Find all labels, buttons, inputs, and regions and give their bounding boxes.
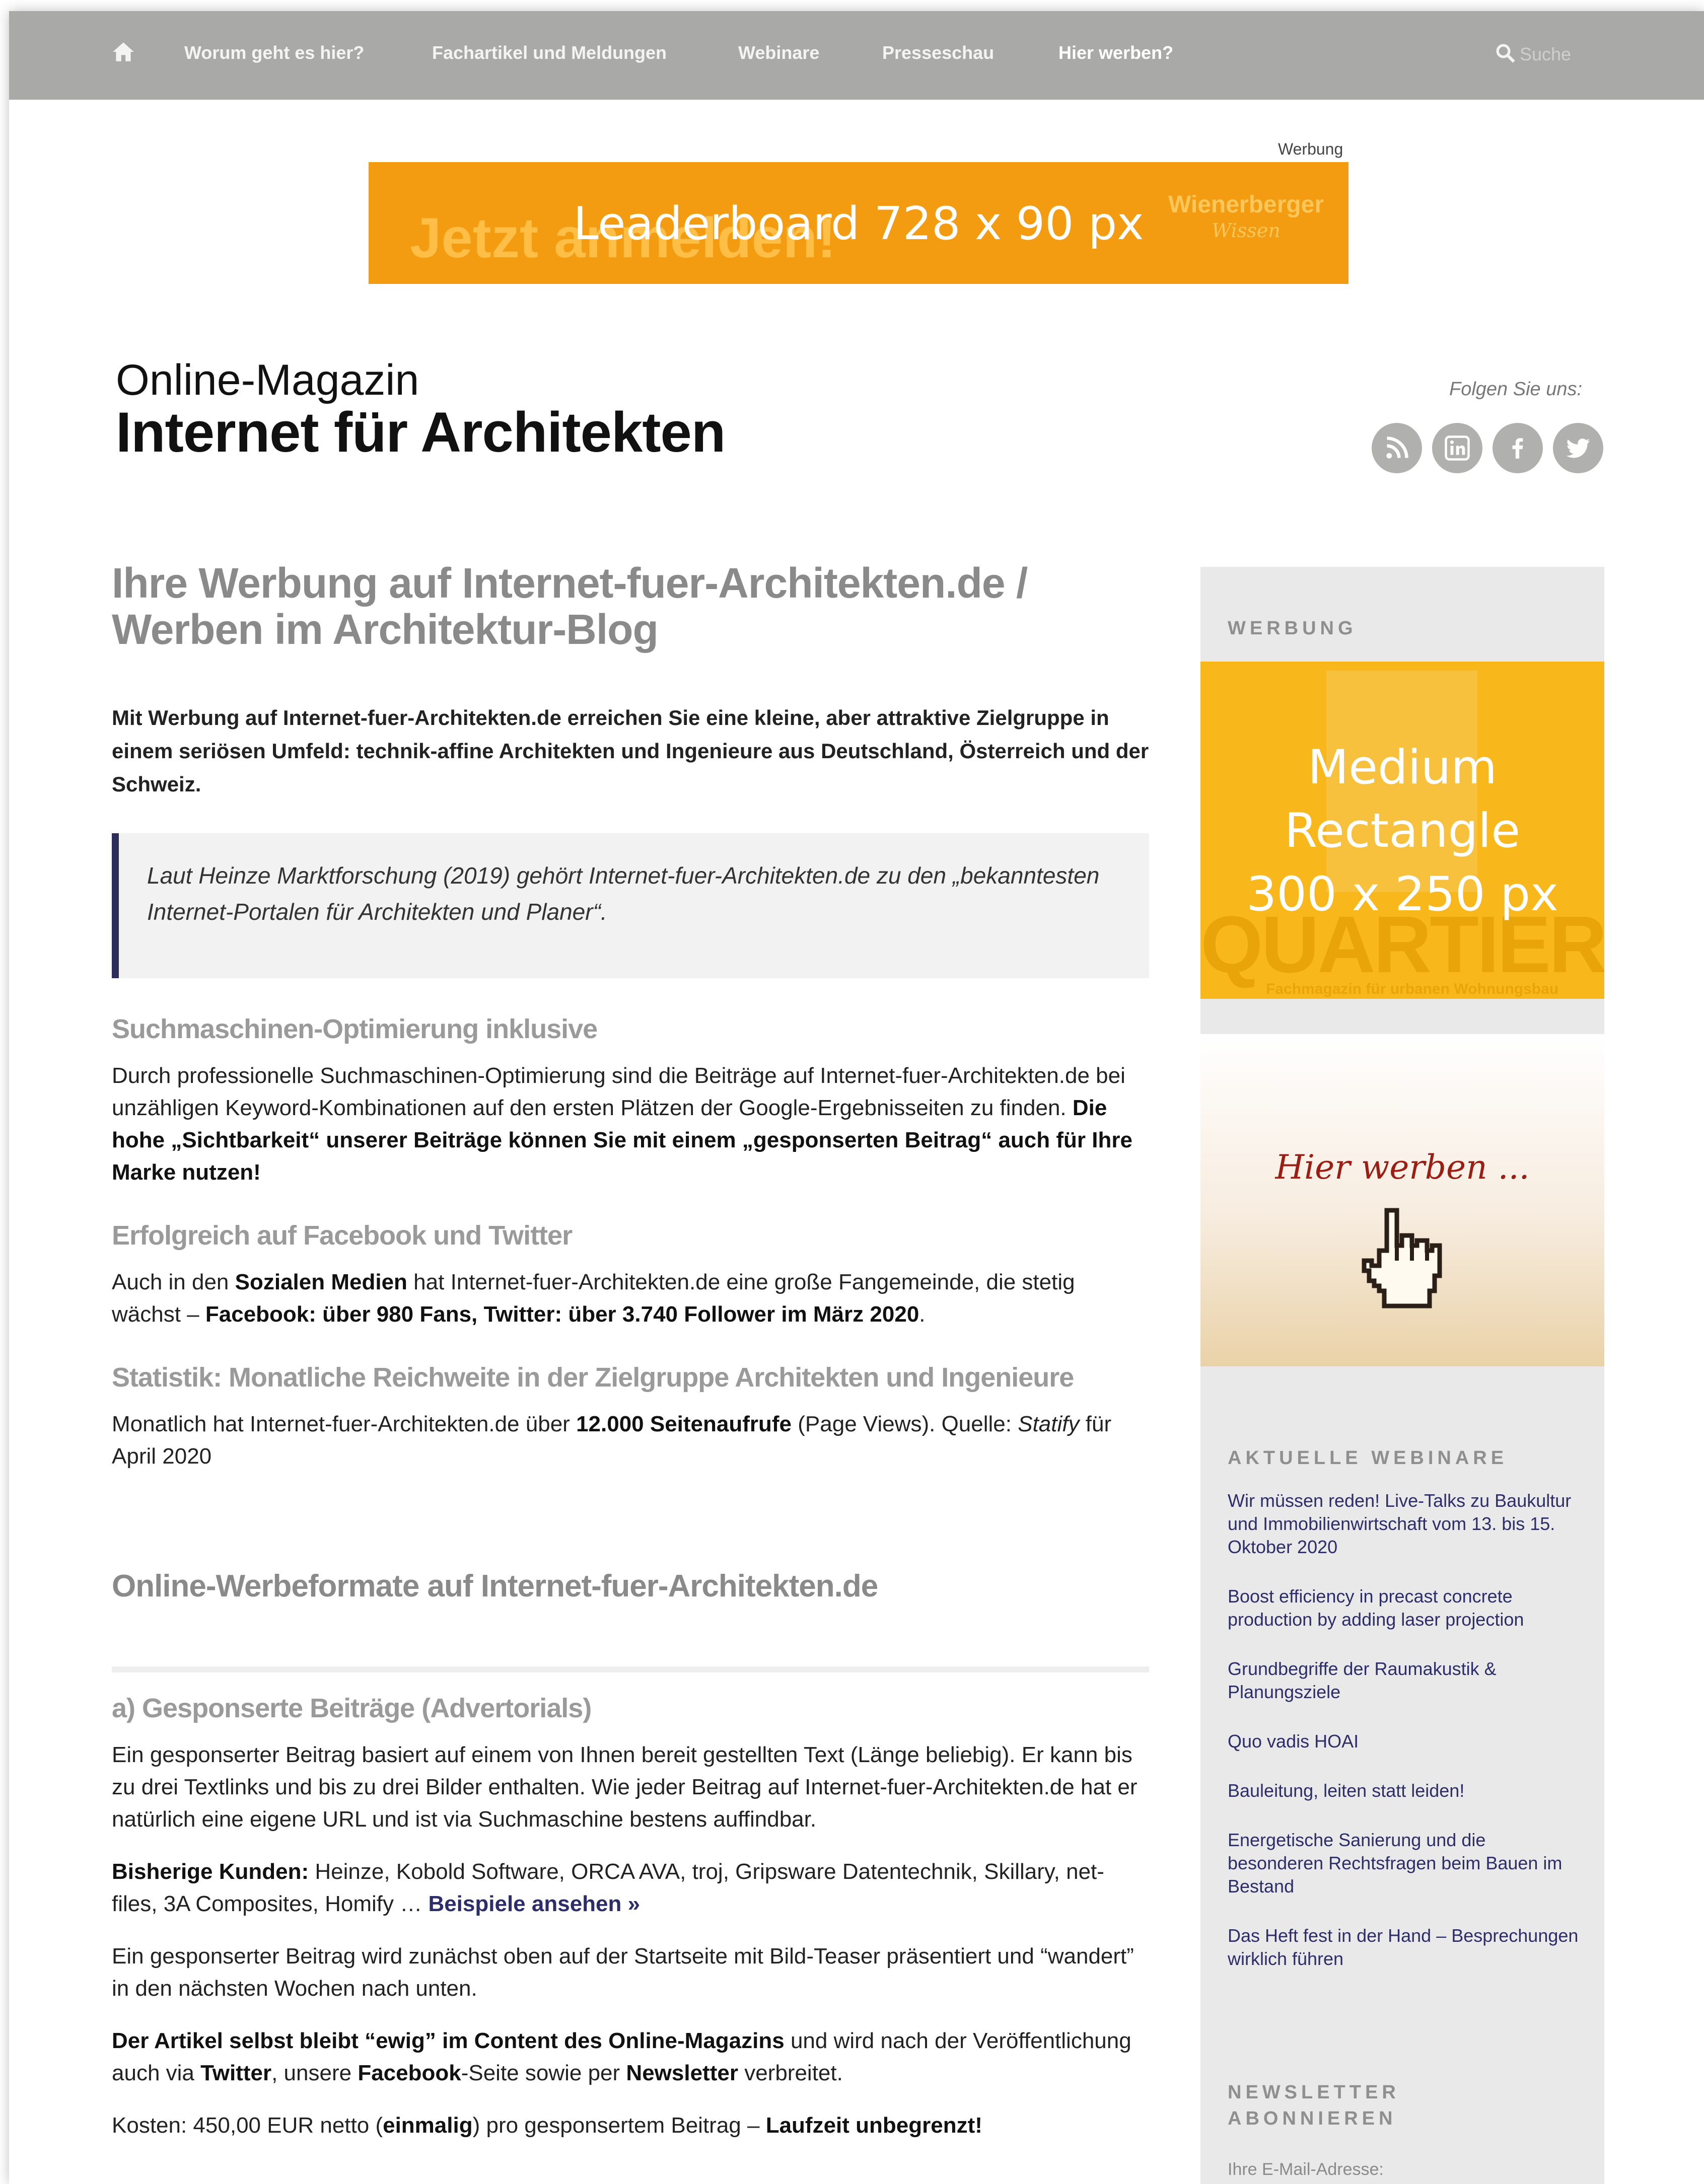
p4-text-h: verbreitet. — [744, 2060, 843, 2085]
search-input[interactable]: Suche — [1495, 42, 1571, 65]
social-text-a: Auch in den — [112, 1269, 229, 1294]
social-text-e: . — [919, 1301, 926, 1327]
search-icon — [1496, 44, 1515, 63]
newsletter-heading-line2: ABONNIEREN — [1228, 2108, 1397, 2129]
medium-rectangle-line2: Rectangle — [1284, 804, 1521, 858]
paragraph-costs: Kosten: 450,00 EUR netto (einmalig) pro … — [112, 2109, 1149, 2142]
p4-text-d: , unsere — [271, 2060, 352, 2085]
webinar-link[interactable]: Bauleitung, leiten statt leiden! — [1228, 1779, 1585, 1802]
cost-text-a: Kosten: 450,00 EUR netto ( — [112, 2113, 383, 2138]
paragraph-customers: Bisherige Kunden: Heinze, Kobold Softwar… — [112, 1856, 1149, 1920]
heading-seo: Suchmaschinen-Optimierung inklusive — [112, 1013, 598, 1044]
social-bold-b: Sozialen Medien — [235, 1269, 407, 1294]
examples-link[interactable]: Beispiele ansehen » — [428, 1891, 640, 1916]
leaderboard-label: Leaderboard 728 x 90 px — [573, 197, 1144, 250]
nav-item-hier-werben[interactable]: Hier werben? — [1058, 42, 1173, 63]
top-navigation: Worum geht es hier? Fachartikel und Meld… — [9, 11, 1704, 100]
medium-rectangle-ad[interactable]: QUARTIER Fachmagazin für urbanen Wohnung… — [1200, 662, 1604, 999]
main-content: Ihre Werbung auf Internet-fuer-Architekt… — [112, 560, 1149, 2173]
hier-werben-banner[interactable]: Hier werben ... — [1200, 1034, 1604, 1366]
stat-text-a: Monatlich hat Internet-fuer-Architekten.… — [112, 1411, 570, 1436]
page-title-line1: Ihre Werbung auf Internet-fuer-Architekt… — [112, 559, 1028, 607]
twitter-icon — [1566, 439, 1590, 458]
webinar-list: Wir müssen reden! Live-Talks zu Baukultu… — [1228, 1489, 1585, 1997]
p4-text-f: -Seite sowie per — [461, 2060, 620, 2085]
webinar-link[interactable]: Grundbegriffe der Raumakustik & Planungs… — [1228, 1657, 1585, 1704]
search-placeholder: Suche — [1520, 44, 1572, 64]
paragraph-advertorials-1: Ein gesponserter Beitrag basiert auf ein… — [112, 1742, 1138, 1832]
nav-item-worum[interactable]: Worum geht es hier? — [184, 42, 364, 63]
lead-paragraph: Mit Werbung auf Internet-fuer-Architekte… — [112, 705, 1149, 796]
leaderboard-ad[interactable]: Jetzt anmelden! Wienerberger Wissen Lead… — [369, 162, 1348, 284]
heading-advertorials: a) Gesponserte Beiträge (Advertorials) — [112, 1693, 592, 1723]
paragraph-advertorials-4: Der Artikel selbst bleibt “ewig” im Cont… — [112, 2025, 1149, 2089]
customers-label: Bisherige Kunden: — [112, 1859, 309, 1884]
linkedin-icon — [1445, 435, 1470, 461]
stat-bold-b: 12.000 Seitenaufrufe — [576, 1411, 792, 1436]
webinar-link[interactable]: Quo vadis HOAI — [1228, 1730, 1585, 1753]
twitter-button[interactable] — [1553, 423, 1603, 473]
facebook-button[interactable] — [1493, 423, 1543, 473]
divider — [112, 1666, 1149, 1672]
rss-icon — [1386, 436, 1408, 459]
nav-item-webinare[interactable]: Webinare — [738, 42, 819, 63]
heading-social: Erfolgreich auf Facebook und Twitter — [112, 1220, 573, 1251]
site-title-line1: Online-Magazin — [116, 356, 419, 404]
heading-statistics: Statistik: Monatliche Reichweite in der … — [112, 1362, 1074, 1393]
rss-button[interactable] — [1372, 423, 1422, 473]
cost-text-c: ) pro gesponsertem Beitrag – — [472, 2113, 760, 2138]
nav-item-fachartikel[interactable]: Fachartikel und Meldungen — [432, 42, 667, 63]
sidebar-heading-newsletter: NEWSLETTER ABONNIEREN — [1228, 2079, 1400, 2132]
nav-item-presseschau[interactable]: Presseschau — [882, 42, 994, 63]
p4-bold-e: Facebook — [358, 2060, 461, 2085]
browser-page: Worum geht es hier? Fachartikel und Meld… — [9, 11, 1704, 2184]
heading-werbeformate: Online-Werbeformate auf Internet-fuer-Ar… — [112, 1568, 878, 1604]
p4-bold-c: Twitter — [200, 2060, 272, 2085]
paragraph-statistics: Monatlich hat Internet-fuer-Architekten.… — [112, 1408, 1149, 1473]
page-title: Ihre Werbung auf Internet-fuer-Architekt… — [112, 560, 1149, 653]
paragraph-seo: Durch professionelle Suchmaschinen-Optim… — [112, 1060, 1149, 1189]
p4-bold-a: Der Artikel selbst bleibt “ewig” im Cont… — [112, 2028, 785, 2053]
p4-bold-g: Newsletter — [626, 2060, 738, 2085]
social-bold-d: Facebook: über 980 Fans, Twitter: über 3… — [205, 1301, 919, 1327]
follow-label: Folgen Sie uns: — [1449, 379, 1583, 400]
ad-bg-subtitle: Fachmagazin für urbanen Wohnungsbau — [1266, 981, 1559, 997]
stat-text-c: (Page Views). Quelle: — [798, 1411, 1012, 1436]
medium-rectangle-line1: Medium — [1308, 740, 1497, 795]
cost-bold-d: Laufzeit unbegrenzt! — [765, 2113, 982, 2138]
paragraph-advertorials-3: Ein gesponserter Beitrag wird zunächst o… — [112, 1943, 1134, 2001]
sidebar: WERBUNG QUARTIER Fachmagazin für urbanen… — [1200, 567, 1604, 2184]
stat-italic-d: Statify — [1018, 1411, 1080, 1436]
ad-label: Werbung — [1278, 140, 1343, 158]
linkedin-button[interactable] — [1432, 423, 1482, 473]
hier-werben-text: Hier werben ... — [1275, 1148, 1530, 1187]
site-title-line2[interactable]: Internet für Architekten — [116, 400, 726, 465]
cost-bold-b: einmalig — [383, 2113, 473, 2138]
webinar-link[interactable]: Wir müssen reden! Live-Talks zu Baukultu… — [1228, 1489, 1585, 1559]
newsletter-heading-line1: NEWSLETTER — [1228, 2082, 1400, 2103]
sidebar-heading-webinare: AKTUELLE WEBINARE — [1228, 1447, 1508, 1469]
blockquote: Laut Heinze Marktforschung (2019) gehört… — [112, 833, 1149, 978]
newsletter-email-label: Ihre E-Mail-Adresse: — [1228, 2160, 1384, 2179]
webinar-link[interactable]: Energetische Sanierung und die besondere… — [1228, 1829, 1585, 1898]
facebook-icon — [1512, 438, 1523, 459]
home-icon[interactable] — [111, 39, 136, 64]
paragraph-social: Auch in den Sozialen Medien hat Internet… — [112, 1266, 1149, 1331]
medium-rectangle-line3: 300 x 250 px — [1246, 867, 1558, 922]
webinar-link[interactable]: Das Heft fest in der Hand – Besprechunge… — [1228, 1924, 1585, 1971]
pointing-hand-icon — [1362, 1208, 1442, 1308]
page-title-line2: Werben im Architektur-Blog — [112, 606, 659, 653]
sidebar-heading-werbung: WERBUNG — [1228, 618, 1357, 639]
medium-rectangle-label: Medium Rectangle 300 x 250 px — [1200, 736, 1604, 926]
seo-text: Durch professionelle Suchmaschinen-Optim… — [112, 1063, 1125, 1120]
webinar-link[interactable]: Boost efficiency in precast concrete pro… — [1228, 1585, 1585, 1631]
